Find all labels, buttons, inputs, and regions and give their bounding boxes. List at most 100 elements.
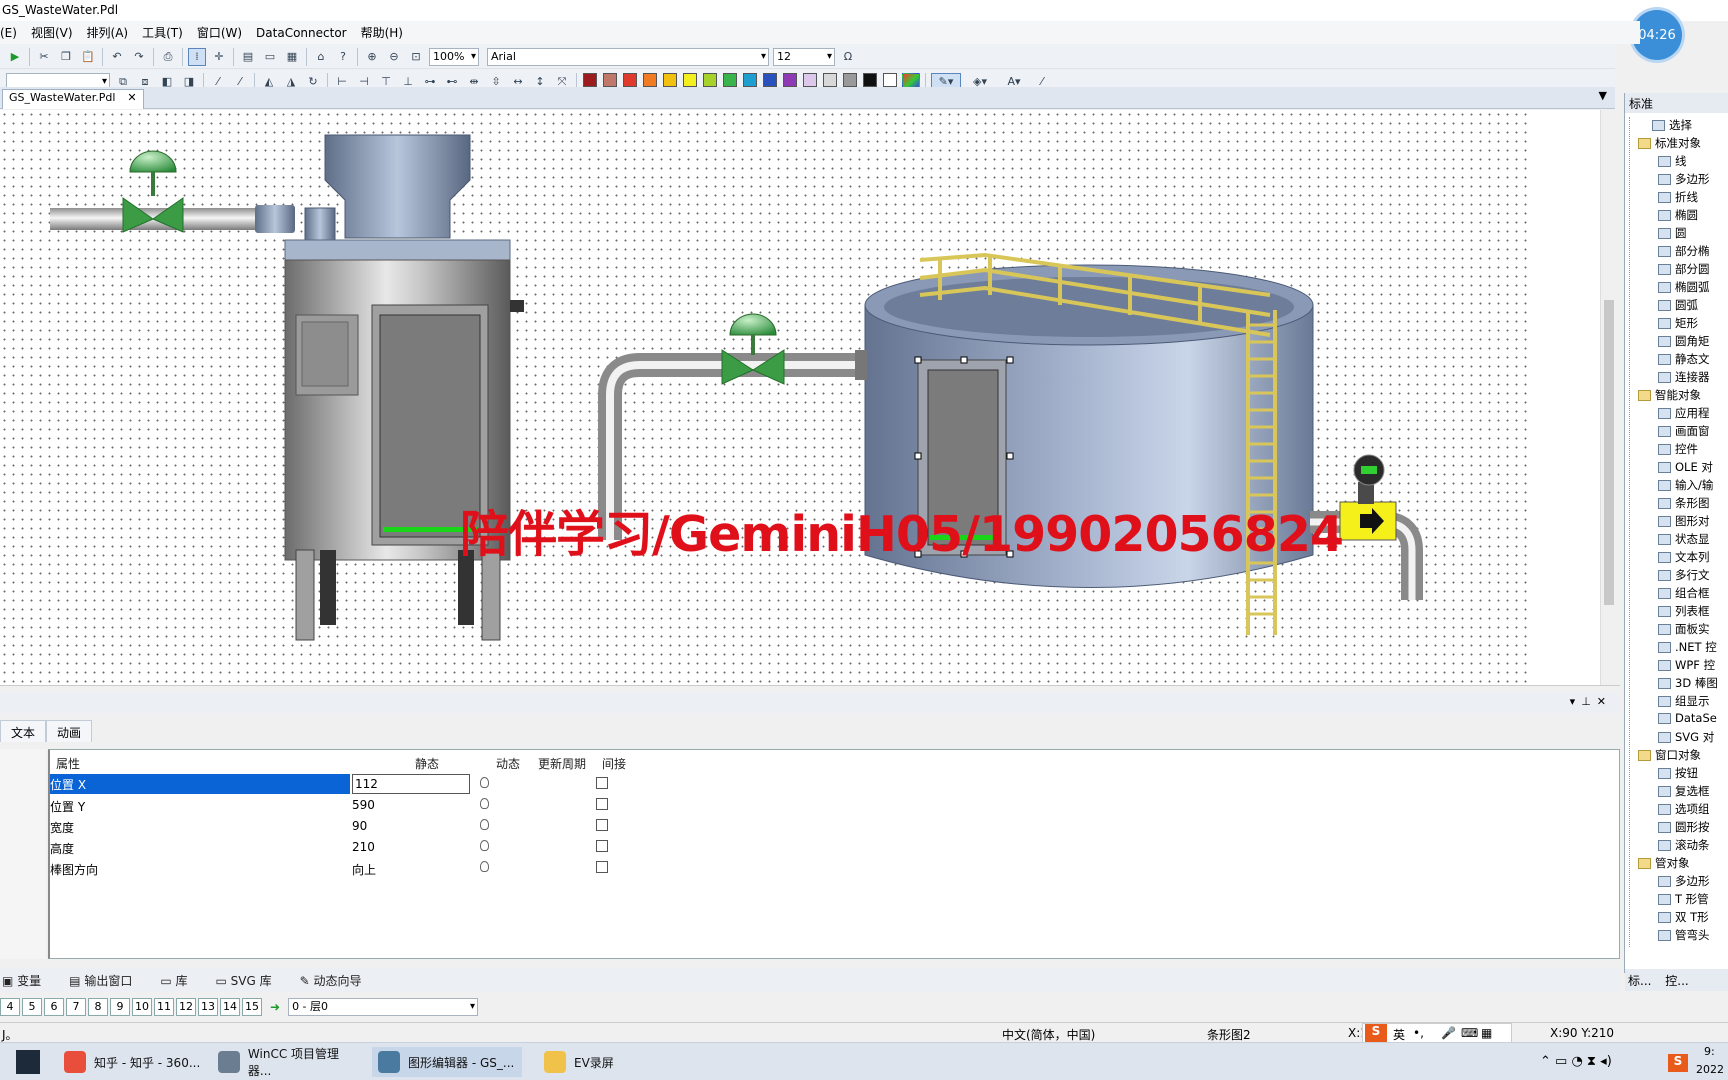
menu-dataconnector[interactable]: DataConnector — [256, 26, 347, 40]
print-icon[interactable]: ⎙ — [159, 48, 177, 66]
indirect-checkbox[interactable] — [596, 798, 608, 813]
palette-item[interactable]: 椭圆弧 — [1658, 279, 1710, 295]
palette-item[interactable]: 列表框 — [1658, 603, 1710, 619]
pane-controls[interactable]: ▾⊥✕ — [1570, 695, 1612, 708]
color-swatch[interactable] — [603, 73, 617, 87]
property-value[interactable]: 590 — [352, 798, 375, 812]
palette-item[interactable]: 双 T形 — [1658, 909, 1709, 925]
color-swatch[interactable] — [883, 73, 897, 87]
palette-item[interactable]: 椭圆 — [1658, 207, 1698, 223]
tab-standard[interactable]: 标... — [1628, 974, 1651, 988]
start-icon[interactable] — [16, 1050, 40, 1074]
color-swatch[interactable] — [763, 73, 777, 87]
color-swatch[interactable] — [823, 73, 837, 87]
palette-item[interactable]: SVG 对 — [1658, 729, 1714, 745]
color-swatch[interactable] — [623, 73, 637, 87]
palette-item[interactable]: 圆角矩 — [1658, 333, 1710, 349]
menu-help[interactable]: 帮助(H) — [361, 24, 403, 41]
property-row[interactable]: 位置 X 112 — [50, 774, 650, 795]
object-icon[interactable]: ⌂ — [312, 48, 330, 66]
palette-item[interactable]: 管对象 — [1638, 855, 1690, 871]
tab-svg-library[interactable]: ▭ SVG 库 — [216, 972, 286, 989]
dynamic-bulb-icon[interactable] — [480, 777, 489, 791]
palette-item[interactable]: 图形对 — [1658, 513, 1710, 529]
open-icon[interactable]: ▭ — [261, 48, 279, 66]
palette-item[interactable]: 文本列 — [1658, 549, 1710, 565]
tab-dynamic-wizard[interactable]: ✎ 动态向导 — [300, 972, 376, 989]
tab-tags[interactable]: ▣ 变量 — [2, 972, 55, 989]
menu-tools[interactable]: 工具(T) — [142, 24, 183, 41]
palette-item[interactable]: 标准对象 — [1638, 135, 1701, 151]
drawing-canvas[interactable] — [0, 110, 1528, 685]
dynamic-bulb-icon[interactable] — [480, 861, 489, 875]
palette-item[interactable]: 多边形 — [1658, 873, 1710, 889]
palette-item[interactable]: 部分圆 — [1658, 261, 1710, 277]
layer-button[interactable]: 15 — [242, 998, 262, 1016]
layer-button[interactable]: 5 — [22, 998, 42, 1016]
zoom-fit-icon[interactable]: ⊡ — [407, 48, 425, 66]
palette-item[interactable]: 多边形 — [1658, 171, 1710, 187]
help-pointer-icon[interactable]: ? — [334, 48, 352, 66]
palette-item[interactable]: 圆 — [1658, 225, 1687, 241]
palette-item[interactable]: 静态文 — [1658, 351, 1710, 367]
layer-button[interactable]: 6 — [44, 998, 64, 1016]
skin-icon[interactable]: ▦ — [1481, 1026, 1492, 1040]
dynamic-bulb-icon[interactable] — [480, 819, 489, 833]
layer-button[interactable]: 13 — [198, 998, 218, 1016]
tab-animation[interactable]: 动画 — [46, 720, 93, 742]
color-swatch[interactable] — [643, 73, 657, 87]
canvas-vertical-scrollbar[interactable] — [1600, 110, 1617, 685]
color-swatch[interactable] — [803, 73, 817, 87]
dynamic-bulb-icon[interactable] — [480, 840, 489, 854]
palette-item[interactable]: 智能对象 — [1638, 387, 1701, 403]
redo-icon[interactable]: ↷ — [130, 48, 148, 66]
keyboard-icon[interactable]: ⌨ — [1461, 1026, 1478, 1040]
palette-item[interactable]: 输入/输 — [1658, 477, 1713, 493]
color-swatch[interactable] — [843, 73, 857, 87]
layer-arrow-icon[interactable]: ➜ — [270, 1000, 280, 1014]
layer-button[interactable]: 14 — [220, 998, 240, 1016]
layer-button[interactable]: 9 — [110, 998, 130, 1016]
close-icon[interactable]: ✕ — [127, 91, 136, 104]
ime-mode[interactable]: 英 — [1393, 1026, 1405, 1043]
cut-icon[interactable]: ✂ — [35, 48, 53, 66]
palette-item[interactable]: 圆弧 — [1658, 297, 1698, 313]
layer-select[interactable]: 0 - 层0 — [288, 998, 479, 1016]
property-row[interactable]: 位置 Y 590 — [50, 795, 650, 816]
palette-item[interactable]: 3D 棒图 — [1658, 675, 1718, 691]
document-tab[interactable]: GS_WasteWater.Pdl ✕ — [2, 89, 144, 109]
layer-button[interactable]: 8 — [88, 998, 108, 1016]
menu-view[interactable]: 视图(V) — [31, 24, 73, 41]
taskbar-app[interactable]: 图形编辑器 - GS_... — [372, 1047, 522, 1077]
palette-item[interactable]: 选择 — [1652, 117, 1692, 133]
color-swatch[interactable] — [683, 73, 697, 87]
layer-button[interactable]: 10 — [132, 998, 152, 1016]
palette-item[interactable]: 应用程 — [1658, 405, 1710, 421]
indirect-checkbox[interactable] — [596, 819, 608, 834]
color-swatch[interactable] — [783, 73, 797, 87]
copy-icon[interactable]: ❐ — [57, 48, 75, 66]
menu-edit[interactable]: (E) — [0, 26, 17, 40]
palette-item[interactable]: 滚动条 — [1658, 837, 1710, 853]
library-icon[interactable]: ▦ — [283, 48, 301, 66]
menu-window[interactable]: 窗口(W) — [197, 24, 242, 41]
palette-item[interactable]: 线 — [1658, 153, 1687, 169]
palette-item[interactable]: 折线 — [1658, 189, 1698, 205]
palette-item[interactable]: 多行文 — [1658, 567, 1710, 583]
color-swatch[interactable] — [863, 73, 877, 87]
palette-item[interactable]: 圆形按 — [1658, 819, 1710, 835]
zoom-in-icon[interactable]: ⊕ — [363, 48, 381, 66]
tray-date[interactable]: 2022 — [1696, 1063, 1724, 1076]
run-icon[interactable]: ▶ — [6, 48, 24, 66]
palette-item[interactable]: 画面窗 — [1658, 423, 1710, 439]
special-char-button[interactable]: Ω — [839, 48, 857, 66]
palette-item[interactable]: 组显示 — [1658, 693, 1710, 709]
palette-item[interactable]: T 形管 — [1658, 891, 1709, 907]
palette-item[interactable]: 选项组 — [1658, 801, 1710, 817]
palette-item[interactable]: DataSe — [1658, 711, 1717, 725]
tab-text[interactable]: 文本 — [0, 720, 47, 742]
undo-icon[interactable]: ↶ — [108, 48, 126, 66]
font-select[interactable]: Arial — [487, 47, 769, 66]
palette-item[interactable]: 窗口对象 — [1638, 747, 1701, 763]
tab-list-dropdown-icon[interactable]: ▼ — [1599, 89, 1607, 102]
